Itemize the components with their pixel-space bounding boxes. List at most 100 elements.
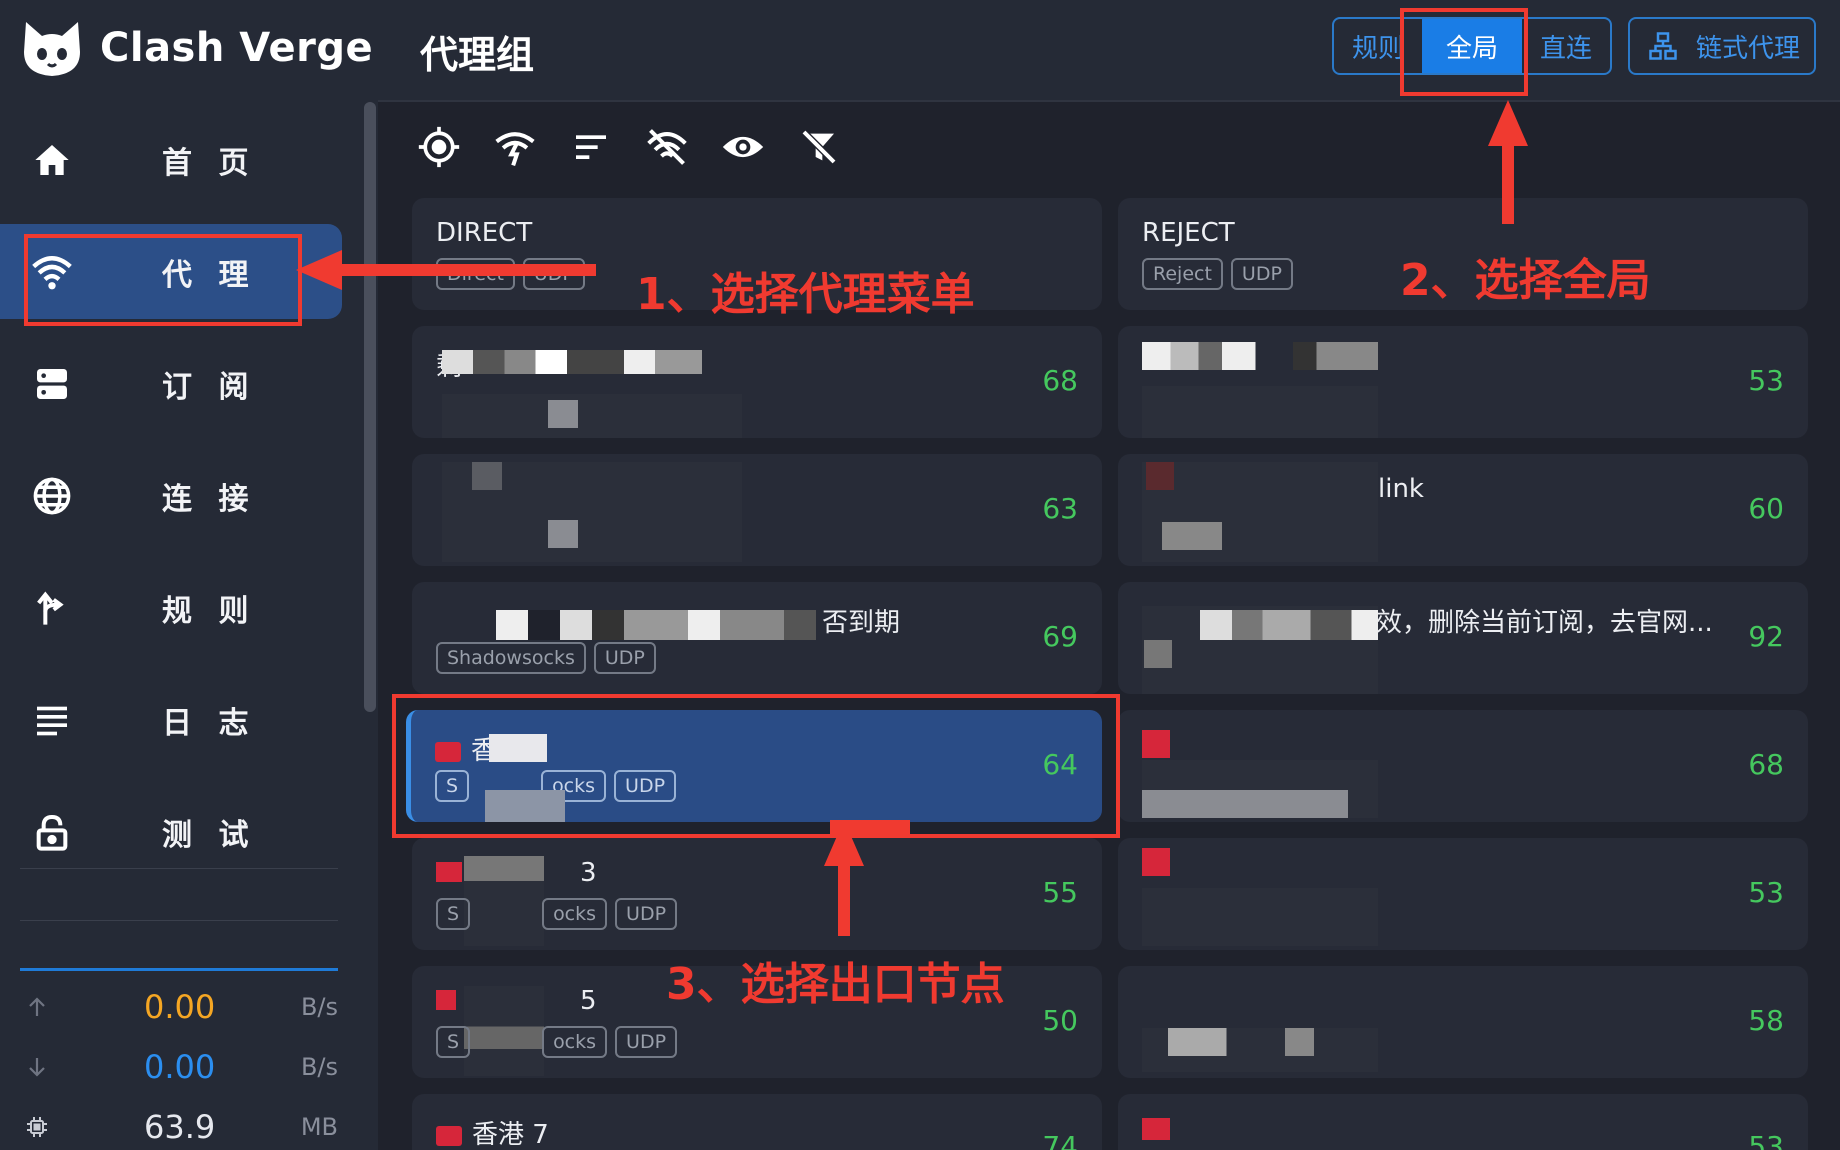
annotation-step1: 1、选择代理菜单 [636, 269, 975, 320]
arrow-down-icon [20, 1055, 54, 1079]
delay-value: 63 [1042, 492, 1078, 525]
redacted-text [548, 400, 578, 428]
proxy-type-tag: Shadowsocks [436, 642, 586, 674]
redacted-text [1146, 462, 1174, 490]
filter-off-icon[interactable] [796, 124, 842, 170]
proxy-name: REJECT [1142, 218, 1235, 248]
chain-proxy-button[interactable]: 链式代理 [1628, 17, 1816, 75]
annotation-step2: 2、选择全局 [1400, 255, 1651, 306]
header: 代理组 规则 全局 直连 链式代理 [378, 0, 1840, 102]
sidebar-item-subscriptions[interactable]: 订 阅 [0, 336, 342, 431]
sidebar-item-rules[interactable]: 规 则 [0, 560, 342, 655]
proxy-type-tag: S [436, 1026, 471, 1058]
delay-value: 55 [1042, 876, 1078, 909]
proxy-card[interactable]: 香港 7 74 [412, 1094, 1102, 1150]
sidebar: Clash Verge 首 页 代 理 订 阅 连 接 规 则 日 志 测 试 … [0, 0, 378, 1150]
annotation-step3: 3、选择出口节点 [666, 959, 1005, 1010]
app-name: Clash Verge [100, 25, 374, 71]
delay-value: 68 [1748, 748, 1784, 781]
redacted-text [1168, 1028, 1314, 1056]
udp-tag: UDP [615, 898, 678, 930]
proxy-card[interactable]: 53 [1118, 326, 1808, 438]
download-value: 0.00 [144, 1048, 216, 1086]
server-icon [30, 362, 74, 406]
redacted-text [548, 520, 578, 548]
proxy-card[interactable]: 53 [1118, 838, 1808, 950]
speed-test-icon[interactable] [492, 124, 538, 170]
annotation-arrow-1 [296, 250, 596, 290]
annotation-box-exit-node [392, 694, 1120, 838]
sort-icon[interactable] [568, 124, 614, 170]
divider [20, 868, 338, 869]
sidebar-item-test[interactable]: 测 试 [0, 784, 342, 879]
redacted-text [1142, 386, 1378, 438]
upload-unit: B/s [300, 993, 338, 1021]
cat-logo-icon [24, 22, 80, 76]
sidebar-scrollbar[interactable] [364, 102, 376, 712]
proxy-name: 5 [580, 986, 597, 1016]
proxy-card[interactable]: 53 [1118, 1094, 1808, 1150]
upload-value: 0.00 [144, 988, 216, 1026]
udp-tag: UDP [1230, 258, 1293, 290]
download-unit: B/s [300, 1053, 338, 1081]
hk-flag-icon [436, 990, 456, 1010]
sidebar-item-logs[interactable]: 日 志 [0, 672, 342, 767]
proxy-card[interactable]: 剩 68 [412, 326, 1102, 438]
proxy-card[interactable]: 63 [412, 454, 1102, 566]
locate-icon[interactable] [416, 124, 462, 170]
proxy-card[interactable]: 3 S ocks UDP 55 [412, 838, 1102, 950]
chain-proxy-label: 链式代理 [1696, 33, 1801, 64]
sidebar-item-label: 日 志 [162, 705, 257, 741]
proxy-name: 香港 7 [436, 1114, 549, 1150]
delay-value: 53 [1748, 876, 1784, 909]
proxy-card[interactable]: link 60 [1118, 454, 1808, 566]
proxy-card[interactable]: 68 [1118, 710, 1808, 822]
delay-value: 69 [1042, 620, 1078, 653]
sidebar-nav: 首 页 代 理 订 阅 连 接 规 则 日 志 测 试 [0, 112, 378, 896]
no-eye-icon[interactable] [644, 124, 690, 170]
page-title: 代理组 [420, 33, 535, 77]
annotation-box-proxy-menu [24, 234, 302, 326]
eye-icon[interactable] [720, 124, 766, 170]
sidebar-item-home[interactable]: 首 页 [0, 112, 342, 207]
proxy-type-tag: ocks [542, 898, 608, 930]
redacted-text [442, 394, 742, 438]
proxy-card[interactable]: 效，删除当前订阅，去官网... 92 [1118, 582, 1808, 694]
memory-unit: MB [300, 1113, 338, 1141]
redacted-text [1142, 790, 1348, 818]
redacted-text [1162, 522, 1222, 550]
proxy-card[interactable]: 58 [1118, 966, 1808, 1078]
delay-value: 53 [1748, 364, 1784, 397]
fork-icon [30, 586, 74, 630]
arrow-up-icon [20, 995, 54, 1019]
proxy-card[interactable]: 否到期 Shadowsocks UDP 69 [412, 582, 1102, 694]
redacted-text [1142, 342, 1378, 370]
sidebar-item-label: 订 阅 [162, 369, 257, 405]
proxy-type-tag: ocks [542, 1026, 608, 1058]
sidebar-item-label: 规 则 [162, 593, 257, 629]
sidebar-item-connections[interactable]: 连 接 [0, 448, 342, 543]
redacted-text [1200, 610, 1378, 640]
annotation-arrow-3 [824, 820, 864, 936]
main-panel: 代理组 规则 全局 直连 链式代理 DIRECT 68 63 否到期 Shado… [378, 0, 1840, 1150]
proxy-toolbar [416, 124, 842, 170]
hk-flag-icon [436, 862, 462, 882]
proxy-name: 否到期 [822, 608, 901, 638]
mode-direct-button[interactable]: 直连 [1522, 19, 1610, 73]
lock-icon [30, 810, 74, 854]
hk-flag-icon [1142, 1118, 1170, 1140]
redacted-text [442, 350, 702, 374]
proxy-name: 效，删除当前订阅，去官网... [1376, 608, 1713, 638]
app-logo: Clash Verge [20, 16, 373, 80]
redacted-text [1144, 640, 1172, 668]
traffic-graph-line [20, 968, 338, 971]
globe-icon [30, 474, 74, 518]
redacted-text [496, 610, 816, 640]
udp-tag: UDP [615, 1026, 678, 1058]
home-icon [30, 138, 74, 182]
sidebar-item-label: 测 试 [162, 817, 257, 853]
hk-flag-icon [1142, 848, 1170, 876]
annotation-box-global [1400, 8, 1528, 96]
sidebar-item-label: 首 页 [162, 145, 257, 181]
chip-icon [20, 1115, 54, 1139]
